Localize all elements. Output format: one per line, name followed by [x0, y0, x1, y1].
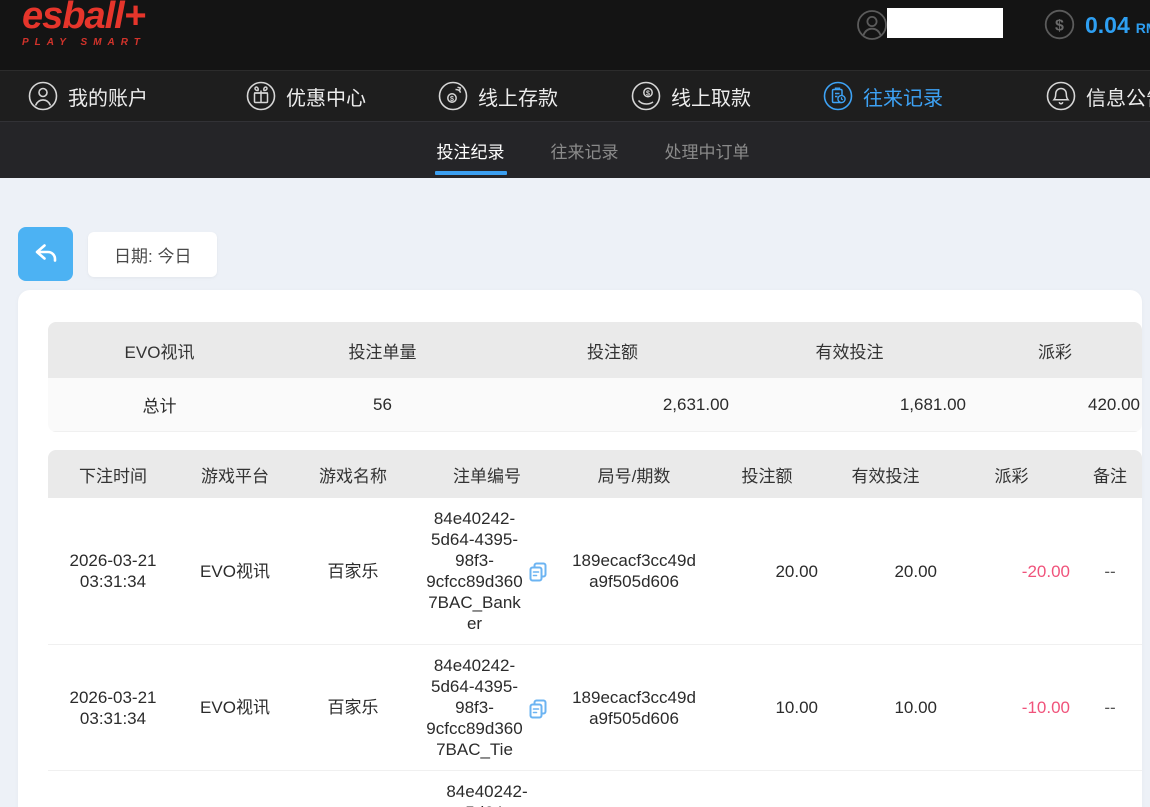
- nav-item-promotions[interactable]: 优惠中心: [246, 71, 366, 121]
- payout: -10.00: [945, 697, 1078, 718]
- col-header-remark: 备注: [1078, 462, 1142, 487]
- nav-label: 线上存款: [478, 82, 558, 111]
- bet-game: 百家乐: [292, 561, 414, 582]
- nav-item-deposit[interactable]: $ 线上存款: [438, 71, 558, 121]
- back-arrow-icon: [31, 238, 61, 271]
- remark: --: [1078, 561, 1142, 582]
- records-icon: [823, 81, 853, 111]
- svg-text:$: $: [450, 96, 454, 103]
- records-card: EVO视讯 投注单量 投注额 有效投注 派彩 总计 56 2,631.00 1,…: [18, 290, 1142, 807]
- summary-header-bet-count: 投注单量: [271, 338, 494, 363]
- nav-label: 线上取款: [671, 82, 751, 111]
- balance-amount: 0.04: [1085, 12, 1130, 38]
- summary-header-row: EVO视讯 投注单量 投注额 有效投注 派彩: [48, 322, 1142, 378]
- withdraw-icon: $: [631, 81, 661, 111]
- copy-icon[interactable]: [527, 697, 549, 719]
- col-header-bet-amount: 投注额: [708, 462, 826, 487]
- summary-bet-amount: 2,631.00: [494, 395, 731, 415]
- nav-item-transaction-records[interactable]: 往来记录: [823, 71, 943, 121]
- valid-bet: 10.00: [826, 697, 945, 718]
- table-row: 2026-03-21 03:31:34 EVO视讯 百家乐 84e40242-5…: [48, 498, 1142, 645]
- summary-header-provider: EVO视讯: [48, 338, 271, 363]
- back-button[interactable]: [18, 227, 73, 281]
- nav-item-my-account[interactable]: 我的账户: [28, 71, 148, 121]
- deposit-icon: $: [438, 81, 468, 111]
- logo-tagline: PLAY SMART: [22, 37, 146, 48]
- payout: -20.00: [945, 561, 1078, 582]
- bet-id: 84e40242-5d64-4395-98f3-9cfcc89d3607BAC_…: [426, 508, 524, 634]
- date-filter-label: 日期: 今日: [114, 242, 191, 267]
- col-header-game: 游戏名称: [292, 462, 414, 487]
- nav-label: 我的账户: [68, 82, 148, 111]
- record-tabs: 投注纪录 往来记录 处理中订单: [0, 121, 1150, 178]
- col-header-round: 局号/期数: [560, 462, 708, 487]
- summary-header-payout: 派彩: [968, 338, 1142, 363]
- bet-amount: 10.00: [708, 697, 826, 718]
- summary-total-row: 总计 56 2,631.00 1,681.00 420.00: [48, 378, 1142, 432]
- bet-id: 84e40242-5d64-: [438, 781, 536, 807]
- bet-platform: EVO视讯: [178, 561, 292, 582]
- wallet-balance[interactable]: 0.04 RMB: [1085, 12, 1150, 39]
- logo-text: esball+: [22, 0, 146, 36]
- round-id: 189ecacf3cc49da9f505d606: [572, 550, 696, 592]
- balance-currency: RMB: [1136, 20, 1150, 36]
- bell-icon: [1046, 81, 1076, 111]
- bet-game: 百家乐: [292, 697, 414, 718]
- username-redacted: [887, 8, 1003, 38]
- col-header-payout: 派彩: [945, 462, 1078, 487]
- tab-transaction-records[interactable]: 往来记录: [549, 122, 621, 178]
- bet-platform: EVO视讯: [178, 697, 292, 718]
- balance-coin-icon: $: [1044, 9, 1075, 40]
- summary-payout: 420.00: [968, 395, 1142, 415]
- nav-label: 信息公告: [1086, 82, 1150, 111]
- col-header-valid-bet: 有效投注: [826, 462, 945, 487]
- summary-valid-bet: 1,681.00: [731, 395, 968, 415]
- user-icon: [28, 81, 58, 111]
- summary-header-bet-amount: 投注额: [494, 338, 731, 363]
- nav-label: 往来记录: [863, 82, 943, 111]
- summary-bet-count: 56: [271, 395, 494, 415]
- svg-text:$: $: [1055, 18, 1064, 35]
- nav-item-withdraw[interactable]: $ 线上取款: [631, 71, 751, 121]
- main-navigation: 我的账户 优惠中心 $ 线上存款 $: [0, 70, 1150, 121]
- detail-header-row: 下注时间 游戏平台 游戏名称 注单编号 局号/期数 投注额 有效投注 派彩 备注: [48, 450, 1142, 498]
- nav-label: 优惠中心: [286, 82, 366, 111]
- nav-item-announcements[interactable]: 信息公告: [1046, 71, 1150, 121]
- table-row: 84e40242-5d64-: [48, 771, 1142, 807]
- tab-pending-orders[interactable]: 处理中订单: [663, 122, 752, 178]
- user-avatar-icon[interactable]: [856, 9, 888, 41]
- bet-id: 84e40242-5d64-4395-98f3-9cfcc89d3607BAC_…: [426, 655, 524, 760]
- top-header: esball+ PLAY SMART $ 0.04 RMB: [0, 0, 1150, 70]
- col-header-time: 下注时间: [48, 462, 178, 487]
- col-header-platform: 游戏平台: [178, 462, 292, 487]
- date-filter[interactable]: 日期: 今日: [88, 232, 217, 277]
- logo[interactable]: esball+ PLAY SMART: [22, 0, 146, 48]
- gift-icon: [246, 81, 276, 111]
- bet-time: 2026-03-21 03:31:34: [58, 550, 168, 592]
- valid-bet: 20.00: [826, 561, 945, 582]
- tab-bet-records[interactable]: 投注纪录: [435, 122, 507, 178]
- copy-icon[interactable]: [527, 560, 549, 582]
- summary-header-valid-bet: 有效投注: [731, 338, 968, 363]
- remark: --: [1078, 697, 1142, 718]
- svg-text:$: $: [646, 91, 650, 98]
- content-area: 日期: 今日 EVO视讯 投注单量 投注额 有效投注 派彩 总计 56 2,63…: [0, 178, 1150, 807]
- bet-time: 2026-03-21 03:31:34: [58, 687, 168, 729]
- summary-total-label: 总计: [48, 392, 271, 417]
- round-id: 189ecacf3cc49da9f505d606: [572, 687, 696, 729]
- bet-detail-table: 下注时间 游戏平台 游戏名称 注单编号 局号/期数 投注额 有效投注 派彩 备注…: [48, 450, 1142, 807]
- bet-amount: 20.00: [708, 561, 826, 582]
- col-header-bet-id: 注单编号: [414, 462, 560, 487]
- table-row: 2026-03-21 03:31:34 EVO视讯 百家乐 84e40242-5…: [48, 645, 1142, 771]
- summary-table: EVO视讯 投注单量 投注额 有效投注 派彩 总计 56 2,631.00 1,…: [48, 322, 1142, 432]
